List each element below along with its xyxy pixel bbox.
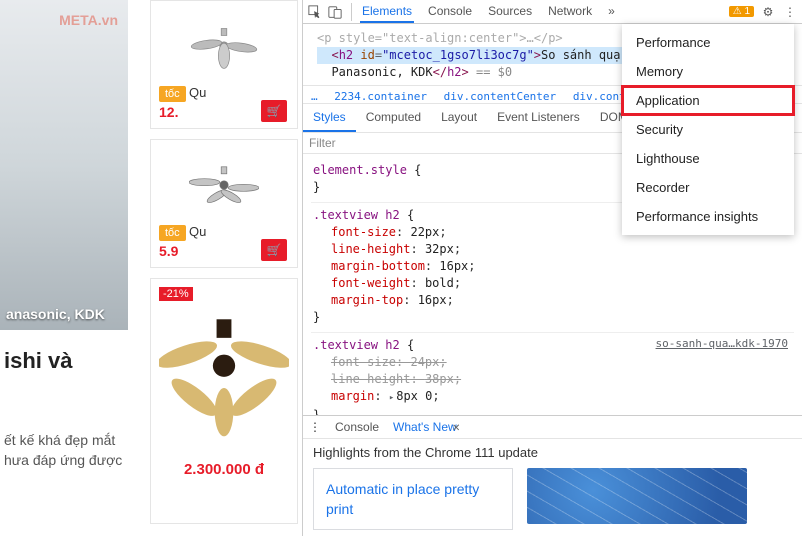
kebab-icon[interactable]: ⋮	[782, 4, 798, 20]
add-to-cart-button[interactable]: 🛒	[261, 100, 287, 122]
whats-new-headline: Highlights from the Chrome 111 update	[313, 445, 792, 460]
whats-new-card[interactable]: Automatic in place pretty print	[313, 468, 513, 530]
drawer-body: Highlights from the Chrome 111 update Au…	[303, 439, 802, 536]
product-column: tốc Qu 12. 🛒 tốc Qu 5.9 🛒 -21% 2.300.000…	[150, 0, 302, 536]
gear-icon[interactable]: ⚙	[760, 4, 776, 20]
cart-icon: 🛒	[267, 104, 282, 118]
tab-console[interactable]: Console	[426, 0, 474, 23]
dropdown-item-performance-insights[interactable]: Performance insights	[622, 202, 794, 231]
shipping-badge: tốc	[159, 86, 186, 102]
drawer-tab-whats-new[interactable]: What's New ✕	[393, 420, 460, 434]
add-to-cart-button[interactable]: 🛒	[261, 239, 287, 261]
source-link[interactable]: so-sanh-qua…kdk-1970	[656, 335, 788, 352]
discount-badge: -21%	[159, 287, 193, 301]
product-image	[159, 305, 289, 445]
tab-layout[interactable]: Layout	[431, 104, 487, 132]
devtools-toolbar: Elements Console Sources Network » ⚠ 1 ⚙…	[303, 0, 802, 24]
product-card[interactable]: -21% 2.300.000 đ	[150, 278, 298, 524]
watermark: META.vn	[59, 12, 118, 28]
kebab-icon[interactable]: ⋮	[309, 420, 321, 434]
tab-network[interactable]: Network	[546, 0, 594, 23]
drawer-tab-console[interactable]: Console	[335, 420, 379, 434]
product-title: Qu	[189, 224, 206, 239]
dropdown-item-application[interactable]: Application	[622, 86, 794, 115]
device-toggle-icon[interactable]	[327, 4, 343, 20]
page-heading: ishi và	[0, 348, 150, 374]
tab-sources[interactable]: Sources	[486, 0, 534, 23]
dropdown-item-lighthouse[interactable]: Lighthouse	[622, 144, 794, 173]
tab-event-listeners[interactable]: Event Listeners	[487, 104, 590, 132]
dropdown-item-recorder[interactable]: Recorder	[622, 173, 794, 202]
product-card[interactable]: tốc Qu 12. 🛒	[150, 0, 298, 129]
dropdown-item-performance[interactable]: Performance	[622, 28, 794, 57]
devtools-drawer: ⋮ Console What's New ✕ Highlights from t…	[303, 415, 802, 536]
warning-badge[interactable]: ⚠ 1	[729, 6, 754, 17]
product-title: Qu	[189, 85, 206, 100]
dropdown-item-memory[interactable]: Memory	[622, 57, 794, 86]
devtools-panel: Elements Console Sources Network » ⚠ 1 ⚙…	[302, 0, 802, 536]
tab-styles[interactable]: Styles	[303, 104, 356, 132]
cart-icon: 🛒	[267, 243, 282, 257]
dropdown-item-security[interactable]: Security	[622, 115, 794, 144]
tab-computed[interactable]: Computed	[356, 104, 431, 132]
close-icon[interactable]: ✕	[452, 423, 460, 434]
inspect-icon[interactable]	[307, 4, 323, 20]
whats-new-image	[527, 468, 747, 524]
drawer-tabs: ⋮ Console What's New ✕	[303, 416, 802, 439]
page-background-left: META.vn anasonic, KDK ishi và ết kế khá …	[0, 0, 150, 536]
product-price: 2.300.000 đ	[159, 461, 289, 478]
devtools-main-tabs: Elements Console Sources Network »	[360, 0, 617, 23]
shipping-badge: tốc	[159, 225, 186, 241]
tab-elements[interactable]: Elements	[360, 0, 414, 23]
more-tabs-button[interactable]: »	[606, 0, 617, 23]
page-paragraph: ết kế khá đẹp mắt hưa đáp ứng được	[0, 430, 150, 470]
product-image	[189, 150, 259, 220]
product-card[interactable]: tốc Qu 5.9 🛒	[150, 139, 298, 268]
hero-caption: anasonic, KDK	[6, 306, 105, 322]
product-image	[189, 11, 259, 81]
more-tabs-dropdown: Performance Memory Application Security …	[622, 24, 794, 235]
hero-image: META.vn anasonic, KDK	[0, 0, 128, 330]
